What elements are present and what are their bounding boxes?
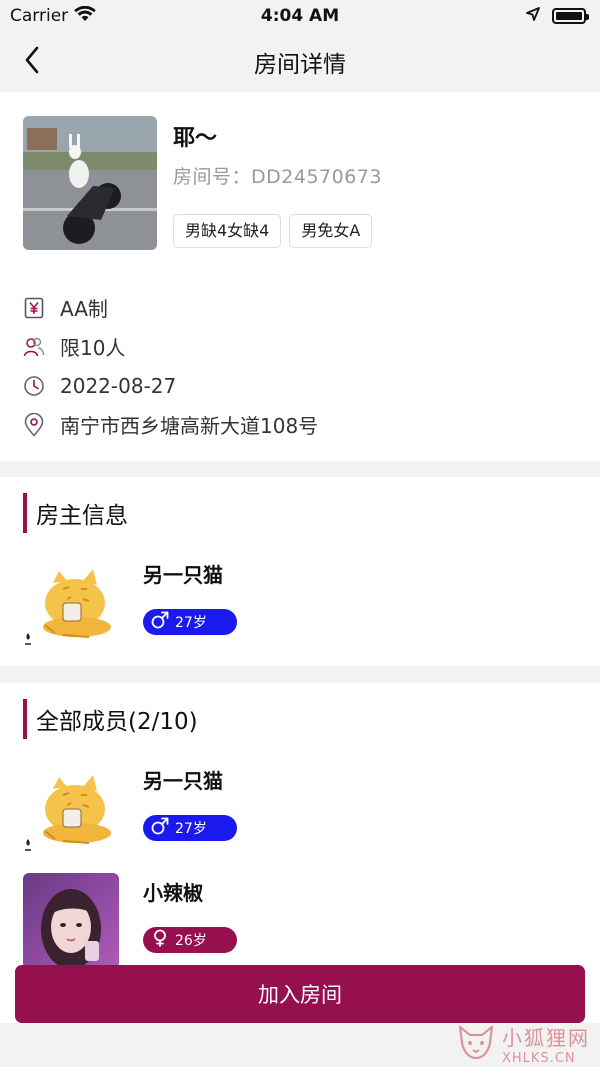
watermark-en: XHLKS.CN (502, 1051, 576, 1066)
room-info-list: AA制 限10人 2022-08-27 南宁市西乡塘高新大道108号 (22, 288, 318, 444)
age-gender-badge: 26岁 (143, 927, 237, 953)
owner-section-title: 房主信息 (36, 503, 128, 529)
back-button[interactable] (14, 44, 50, 80)
age-gender-badge: 27岁 (143, 815, 237, 841)
yuan-icon (22, 296, 46, 320)
room-card: 耶～ 房间号：DD24570673 男缺4女缺4 男免女A AA制 限10人 2… (0, 92, 600, 461)
location-pin-icon (22, 412, 46, 437)
avatar (23, 761, 119, 857)
member-name: 小辣椒 (143, 881, 203, 905)
info-payment: AA制 (22, 288, 318, 327)
room-cover-image (23, 116, 157, 250)
section-accent-bar (23, 699, 27, 739)
info-capacity: 限10人 (22, 327, 318, 366)
members-section-title: 全部成员(2/10) (36, 709, 198, 735)
member-name: 另一只猫 (143, 769, 223, 793)
fox-logo-icon (456, 1023, 496, 1065)
navigation-bar: 房间详情 (0, 32, 600, 92)
owner-card[interactable]: 另一只猫 27岁 (23, 555, 583, 651)
owner-section: 房主信息 另一只猫 27岁 (0, 477, 600, 666)
status-bar: Carrier 4:04 AM (0, 0, 600, 32)
carrier-label: Carrier (10, 6, 69, 26)
chevron-left-icon (24, 46, 40, 78)
page-title: 房间详情 (254, 52, 346, 78)
info-payment-text: AA制 (60, 297, 108, 321)
section-accent-bar (23, 493, 27, 533)
tag-payment-rule: 男免女A (289, 214, 373, 248)
room-number: 房间号：DD24570673 (173, 166, 382, 188)
watermark-cn: 小狐狸网 (502, 1026, 590, 1050)
site-watermark: 小狐狸网 XHLKS.CN (456, 1022, 590, 1066)
male-symbol-icon (151, 611, 169, 633)
member-card[interactable]: 另一只猫 27岁 (23, 761, 583, 857)
member-card[interactable]: 小辣椒 26岁 (23, 873, 583, 969)
female-symbol-icon (151, 929, 169, 951)
info-capacity-text: 限10人 (60, 336, 126, 360)
room-tags: 男缺4女缺4 男免女A (173, 214, 373, 248)
avatar (23, 873, 119, 969)
male-symbol-icon (151, 817, 169, 839)
owner-section-header: 房主信息 (23, 493, 128, 533)
avatar (23, 555, 119, 651)
battery-icon (552, 8, 589, 24)
clock-icon (22, 374, 46, 398)
owner-name: 另一只猫 (143, 563, 223, 587)
age-gender-badge: 27岁 (143, 609, 237, 635)
info-date: 2022-08-27 (22, 366, 318, 405)
location-arrow-icon (526, 6, 540, 26)
info-date-text: 2022-08-27 (60, 373, 177, 398)
owner-age: 27岁 (175, 615, 207, 631)
wifi-icon (74, 5, 96, 27)
info-address: 南宁市西乡塘高新大道108号 (22, 405, 318, 444)
members-section-header: 全部成员(2/10) (23, 699, 198, 739)
member-age: 27岁 (175, 821, 207, 837)
info-address-text: 南宁市西乡塘高新大道108号 (60, 414, 319, 438)
join-room-button[interactable]: 加入房间 (15, 965, 585, 1023)
people-icon (22, 335, 46, 359)
member-age: 26岁 (175, 933, 207, 949)
tag-gender-slots: 男缺4女缺4 (173, 214, 282, 248)
room-name: 耶～ (173, 126, 218, 151)
